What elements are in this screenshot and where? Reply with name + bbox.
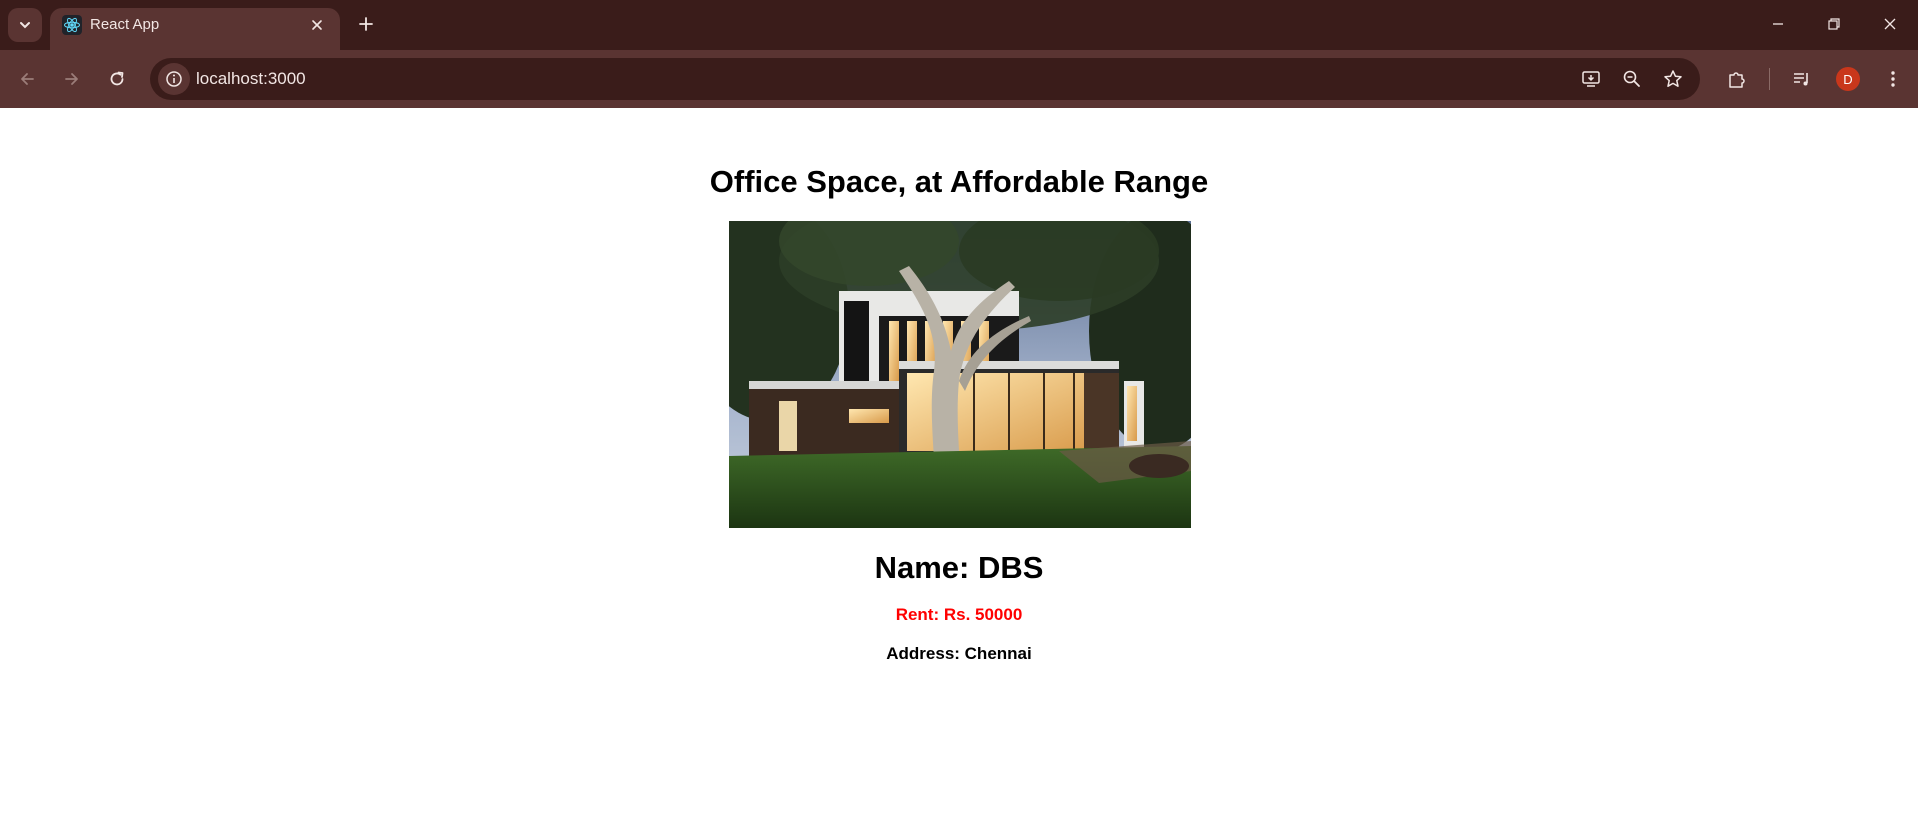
- page-content: Office Space, at Affordable Range Name: …: [0, 108, 1918, 815]
- install-app-button[interactable]: [1576, 64, 1606, 94]
- browser-toolbar: localhost:3000: [0, 50, 1918, 108]
- new-tab-button[interactable]: [352, 10, 380, 38]
- office-address: Address: Chennai: [886, 644, 1032, 663]
- address-bar[interactable]: localhost:3000: [150, 58, 1700, 100]
- react-icon: [62, 15, 82, 35]
- back-button[interactable]: [10, 62, 44, 96]
- tab-title: React App: [90, 16, 160, 33]
- minimize-button[interactable]: [1758, 8, 1798, 40]
- tab-search-button[interactable]: [8, 8, 42, 42]
- restore-icon: [1828, 18, 1840, 30]
- office-photo: [729, 221, 1191, 528]
- star-icon: [1664, 70, 1682, 87]
- bookmark-button[interactable]: [1658, 64, 1688, 94]
- install-app-icon: [1582, 71, 1600, 87]
- restore-button[interactable]: [1814, 8, 1854, 40]
- browser-menu-button[interactable]: [1876, 62, 1910, 96]
- extensions-button[interactable]: [1720, 62, 1754, 96]
- chevron-down-icon: [20, 22, 30, 29]
- puzzle-icon: [1729, 72, 1745, 88]
- url-text[interactable]: localhost:3000: [196, 69, 306, 89]
- page-title: Office Space, at Affordable Range: [709, 164, 1209, 199]
- tab-strip: React App: [0, 0, 1918, 50]
- media-queue-button[interactable]: [1785, 62, 1819, 96]
- forward-button[interactable]: [55, 62, 89, 96]
- tab-close-button[interactable]: [306, 14, 328, 36]
- minimize-icon: [1773, 23, 1783, 25]
- toolbar-divider: [1769, 68, 1770, 90]
- zoom-out-icon: [1623, 70, 1640, 87]
- plus-icon: [359, 17, 373, 31]
- close-icon: [312, 20, 322, 30]
- site-info-button[interactable]: [158, 63, 190, 95]
- profile-avatar[interactable]: D: [1836, 67, 1860, 91]
- close-icon: [1884, 18, 1896, 30]
- house-image: [729, 221, 1191, 528]
- more-vertical-icon: [1891, 71, 1895, 87]
- media-queue-icon: [1794, 73, 1808, 86]
- reload-button[interactable]: [100, 62, 134, 96]
- info-icon: [166, 71, 182, 87]
- office-name: Name: DBS: [874, 550, 1044, 585]
- close-window-button[interactable]: [1870, 8, 1910, 40]
- office-rent: Rent: Rs. 50000: [895, 605, 1023, 624]
- arrow-right-icon: [65, 73, 78, 85]
- arrow-left-icon: [21, 73, 34, 85]
- reload-icon: [110, 71, 124, 86]
- active-tab[interactable]: React App: [50, 8, 340, 50]
- zoom-button[interactable]: [1617, 64, 1647, 94]
